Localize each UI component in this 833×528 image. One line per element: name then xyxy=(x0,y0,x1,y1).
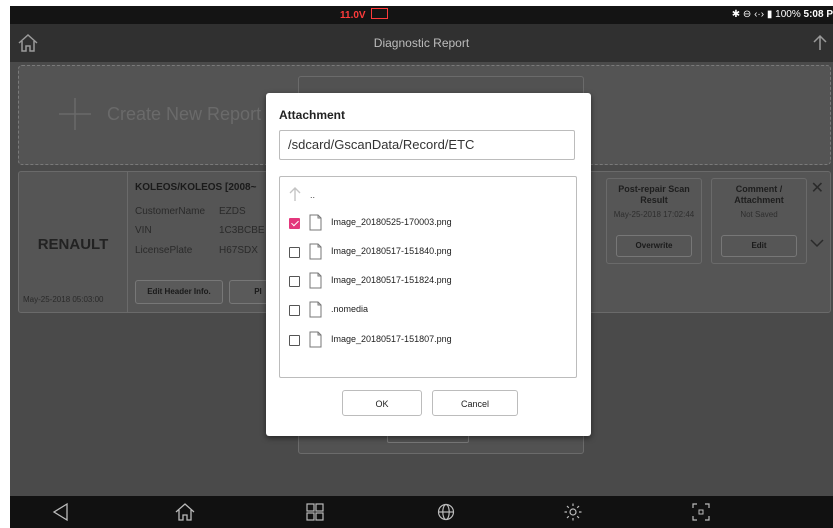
license-plate-value: H67SDX xyxy=(219,245,258,256)
attachment-dialog: Attachment /sdcard/GscanData/Record/ETC … xyxy=(266,93,591,436)
edit-comment-button[interactable]: Edit xyxy=(721,235,797,257)
voltage-indicator: 11.0V xyxy=(340,8,389,21)
vin-value: 1C3BCBE xyxy=(219,225,265,236)
upload-icon[interactable] xyxy=(811,32,829,54)
app-bar: Diagnostic Report xyxy=(10,24,833,62)
parent-directory-label: .. xyxy=(310,190,316,200)
close-icon[interactable]: ✕ xyxy=(811,178,824,198)
file-icon xyxy=(309,214,322,231)
file-icon xyxy=(309,272,322,289)
file-list[interactable]: .. Image_20180525-170003.png Image_20180… xyxy=(279,176,577,378)
post-repair-scan-section: Post-repair Scan Result May-25-2018 17:0… xyxy=(606,178,702,264)
voltage-value: 11.0V xyxy=(340,10,366,21)
plus-icon xyxy=(59,98,91,130)
file-name: Image_20180517-151840.png xyxy=(331,246,452,256)
vibrate-icon: ‹·› xyxy=(754,9,765,20)
do-not-disturb-icon: ⊖ xyxy=(742,9,752,20)
file-icon xyxy=(309,243,322,260)
back-icon[interactable] xyxy=(50,502,72,522)
status-bar: 11.0V ✱ ⊖ ‹·› ▮ 100% 5:08 P xyxy=(10,6,833,24)
license-plate-label: LicensePlate xyxy=(135,245,193,256)
arrow-up-icon xyxy=(289,187,301,201)
edit-header-info-button[interactable]: Edit Header Info. xyxy=(135,280,223,304)
overwrite-button[interactable]: Overwrite xyxy=(616,235,692,257)
car-battery-icon xyxy=(371,8,389,19)
report-date: May-25-2018 05:03:00 xyxy=(23,295,104,304)
post-repair-title: Post-repair Scan Result xyxy=(618,184,690,205)
device-frame: 11.0V ✱ ⊖ ‹·› ▮ 100% 5:08 P Diagnostic R… xyxy=(0,0,833,528)
customer-name-label: CustomerName xyxy=(135,206,206,217)
file-checkbox[interactable] xyxy=(289,247,300,258)
file-name: .nomedia xyxy=(331,304,369,314)
file-checkbox[interactable] xyxy=(289,276,300,287)
file-checkbox[interactable] xyxy=(289,335,300,346)
file-name: Image_20180517-151824.png xyxy=(331,275,452,285)
file-icon xyxy=(309,301,322,318)
vehicle-model: KOLEOS/KOLEOS [2008~ xyxy=(135,182,257,193)
cancel-button[interactable]: Cancel xyxy=(432,390,518,416)
status-icons: ✱ ⊖ ‹·› ▮ 100% 5:08 P xyxy=(732,9,833,20)
chevron-down-icon[interactable] xyxy=(810,236,824,250)
license-plate-row: LicensePlate H67SDX xyxy=(135,245,258,256)
home-nav-icon[interactable] xyxy=(174,502,196,522)
file-icon xyxy=(309,331,322,348)
file-name: Image_20180525-170003.png xyxy=(331,217,452,227)
customer-name-row: CustomerName EZDS xyxy=(135,206,246,217)
make-column: RENAULT May-25-2018 05:03:00 xyxy=(19,172,128,312)
settings-gear-icon[interactable] xyxy=(562,502,584,522)
file-name: Image_20180517-151807.png xyxy=(331,334,452,344)
post-repair-date: May-25-2018 17:02:44 xyxy=(613,210,695,219)
device-bezel xyxy=(0,0,10,528)
file-row[interactable]: Image_20180517-151807.png xyxy=(289,330,559,352)
ok-button[interactable]: OK xyxy=(342,390,422,416)
file-row[interactable]: Image_20180517-151824.png xyxy=(289,271,559,293)
bluetooth-icon: ✱ xyxy=(731,9,741,20)
recent-apps-icon[interactable] xyxy=(304,502,326,522)
file-checkbox[interactable] xyxy=(289,305,300,316)
screenshot-icon[interactable] xyxy=(690,502,712,522)
customer-name-value: EZDS xyxy=(219,206,246,217)
file-row[interactable]: Image_20180517-151840.png xyxy=(289,242,559,264)
path-field[interactable]: /sdcard/GscanData/Record/ETC xyxy=(279,130,575,160)
comment-attachment-section: Comment / Attachment Not Saved Edit xyxy=(711,178,807,264)
vehicle-make: RENAULT xyxy=(37,236,109,253)
clock: 5:08 P xyxy=(803,9,833,20)
globe-icon[interactable] xyxy=(435,502,457,522)
file-row[interactable]: Image_20180525-170003.png xyxy=(289,213,559,235)
parent-directory-item[interactable]: .. xyxy=(288,185,315,205)
battery-icon: ▮ xyxy=(766,9,773,20)
file-checkbox[interactable] xyxy=(289,218,300,229)
vin-row: VIN 1C3BCBE xyxy=(135,225,265,236)
dialog-title: Attachment xyxy=(279,108,346,122)
comment-status: Not Saved xyxy=(740,210,778,219)
vin-label: VIN xyxy=(135,225,152,236)
navigation-bar xyxy=(10,496,833,528)
page-title: Diagnostic Report xyxy=(373,36,470,50)
battery-percent: 100% xyxy=(775,9,801,20)
comment-attachment-title: Comment / Attachment xyxy=(734,184,784,205)
file-row[interactable]: .nomedia xyxy=(289,300,559,322)
create-new-report-label: Create New Report xyxy=(107,104,262,124)
